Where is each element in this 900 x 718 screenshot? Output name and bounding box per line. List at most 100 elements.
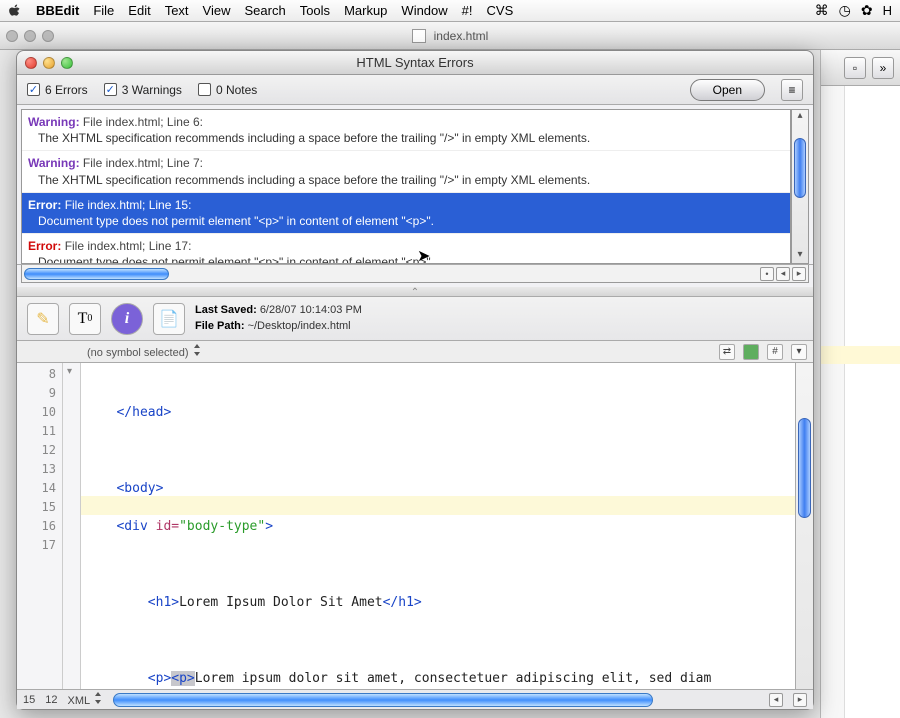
hscroll-left-icon[interactable]: ◂ [776,267,790,281]
open-button[interactable]: Open [690,79,765,101]
message-kind: Warning: [28,156,80,170]
symbol-popup[interactable]: (no symbol selected) [87,344,202,359]
counterpart-icon[interactable]: ⇄ [719,344,735,360]
message-row[interactable]: Error: File index.html; Line 17: Documen… [22,234,790,264]
hscroll-right-icon[interactable]: ▸ [793,693,807,707]
fold-gutter[interactable]: ▾ [63,363,81,689]
text-options-icon[interactable]: T0 [69,303,101,335]
panel-title: HTML Syntax Errors [356,55,473,70]
menu-shebang[interactable]: #! [462,3,473,18]
message-row[interactable]: Warning: File index.html; Line 7: The XH… [22,151,790,192]
scroll-thumb[interactable] [798,418,811,518]
filter-toolbar: 6 Errors 3 Warnings 0 Notes Open ≡ [17,75,813,105]
menu-tools[interactable]: Tools [300,3,330,18]
fold-marker-icon[interactable]: ▾ [67,366,72,377]
menu-window[interactable]: Window [401,3,447,18]
filter-errors[interactable]: 6 Errors [27,83,88,97]
messages-list[interactable]: Warning: File index.html; Line 6: The XH… [21,109,791,264]
os-menubar: BBEdit File Edit Text View Search Tools … [0,0,900,22]
markers-icon[interactable]: # [767,344,783,360]
message-kind: Error: [28,239,61,253]
apple-menu-icon[interactable] [8,4,22,18]
info-icon[interactable]: i [111,303,143,335]
status-col[interactable]: 12 [45,694,57,706]
file-path-label: File Path: [195,320,245,332]
document-proxy-icon[interactable] [412,29,426,43]
editor-vscrollbar[interactable] [795,363,813,689]
last-saved-label: Last Saved: [195,304,257,316]
editor-toolbar: ✎ T0 i 📄 Last Saved: 6/28/07 10:14:03 PM… [17,297,813,341]
message-location: File index.html; Line 7: [83,156,203,170]
message-body: The XHTML specification recommends inclu… [28,130,784,146]
menu-file[interactable]: File [93,3,114,18]
error-token: <p> [171,671,194,686]
close-button[interactable] [25,57,37,69]
line-gutter[interactable]: 891011121314151617 [17,363,63,689]
message-kind: Warning: [28,115,80,129]
menu-text[interactable]: Text [165,3,189,18]
status-line[interactable]: 15 [23,694,35,706]
code-text[interactable]: </head> <body> <div id="body-type"> <h1>… [81,363,795,689]
editor-hscrollbar[interactable] [113,693,759,707]
popup-arrows-icon [93,692,103,704]
doc-traffic-lights[interactable] [6,30,54,42]
message-row[interactable]: Warning: File index.html; Line 6: The XH… [22,110,790,151]
bg-toolbar-button-2[interactable]: » [872,57,894,79]
file-metadata: Last Saved: 6/28/07 10:14:03 PM File Pat… [195,303,362,334]
nav-prev-icon[interactable]: ▾ [791,344,807,360]
menubar-extra[interactable]: H [883,3,892,18]
checkbox-icon [104,83,117,96]
messages-vscrollbar[interactable]: ▴ ▾ [791,109,809,264]
includes-icon[interactable] [743,344,759,360]
message-body: Document type does not permit element "<… [28,213,784,229]
menu-app[interactable]: BBEdit [36,3,79,18]
messages-hscrollbar[interactable]: • ◂ ▸ [21,265,809,283]
scroll-down-icon[interactable]: ▾ [797,249,802,263]
message-body: The XHTML specification recommends inclu… [28,172,784,188]
document-window-titlebar: index.html [0,22,900,50]
filter-notes-label: 0 Notes [216,83,257,97]
menu-markup[interactable]: Markup [344,3,387,18]
message-kind: Error: [28,198,61,212]
list-options-icon[interactable]: ≡ [781,79,803,101]
filter-warnings[interactable]: 3 Warnings [104,83,182,97]
message-location: File index.html; Line 15: [65,198,192,212]
checkbox-icon [27,83,40,96]
hscroll-right-icon[interactable]: ▸ [792,267,806,281]
editor-navbar: (no symbol selected) ⇄ # ▾ [17,341,813,363]
panel-titlebar[interactable]: HTML Syntax Errors [17,51,813,75]
message-location: File index.html; Line 6: [83,115,203,129]
syntax-errors-window: HTML Syntax Errors 6 Errors 3 Warnings 0… [16,50,814,710]
menu-view[interactable]: View [203,3,231,18]
menu-cvs[interactable]: CVS [487,3,514,18]
message-body: Document type does not permit element "<… [28,254,784,264]
clock-menu-icon[interactable]: ◷ [839,2,851,19]
menu-edit[interactable]: Edit [128,3,150,18]
document-title: index.html [434,29,489,43]
last-saved-value: 6/28/07 10:14:03 PM [260,304,362,316]
scripts-menu-icon[interactable]: ⌘ [815,2,829,19]
code-editor[interactable]: 891011121314151617 ▾ </head> <body> <div… [17,363,813,689]
split-handle[interactable]: ⌃ [17,287,813,297]
document-type-icon[interactable]: 📄 [153,303,185,335]
background-editor-window: ▫ » [820,50,900,718]
file-path-value: ~/Desktop/index.html [248,320,351,332]
minimize-button[interactable] [43,57,55,69]
gear-menu-icon[interactable]: ✿ [861,2,873,19]
message-row-selected[interactable]: Error: File index.html; Line 15: Documen… [22,193,790,234]
filter-errors-label: 6 Errors [45,83,88,97]
hscroll-left-icon[interactable]: ◂ [769,693,783,707]
scroll-thumb[interactable] [794,138,806,198]
pencil-icon[interactable]: ✎ [27,303,59,335]
status-lang[interactable]: XML [68,692,103,707]
filter-notes[interactable]: 0 Notes [198,83,257,97]
message-location: File index.html; Line 17: [65,239,192,253]
zoom-button[interactable] [61,57,73,69]
menu-search[interactable]: Search [245,3,286,18]
scroll-thumb[interactable] [113,693,653,707]
hscroll-stop-icon[interactable]: • [760,267,774,281]
scroll-thumb[interactable] [24,268,169,280]
scroll-up-icon[interactable]: ▴ [797,110,802,124]
bg-toolbar-button-1[interactable]: ▫ [844,57,866,79]
status-bar: 15 12 XML ◂ ▸ [17,689,813,709]
